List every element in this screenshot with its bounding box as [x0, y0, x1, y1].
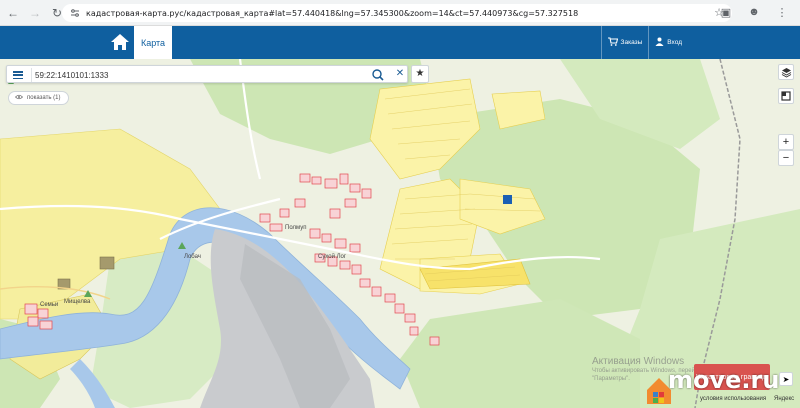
star-icon[interactable]: ★ — [411, 65, 429, 83]
user-icon — [655, 37, 664, 48]
selected-parcel — [503, 195, 512, 204]
address-bar[interactable]: кадастровая-карта.рус/кадастровая_карта#… — [62, 4, 732, 22]
search-divider — [31, 68, 32, 82]
tab-map[interactable]: Карта — [134, 26, 172, 59]
login-label: Вход — [667, 39, 682, 46]
login-button[interactable]: Вход — [649, 26, 688, 59]
map-label-sukhoy-log: Сухой Лог — [318, 254, 347, 260]
close-icon[interactable]: ✕ — [393, 67, 407, 81]
show-button[interactable]: показать (1) — [8, 91, 70, 105]
yandex-label: Яндекс — [774, 396, 795, 402]
zoom-out-label: − — [782, 152, 790, 164]
map-label-semyi: Семьи — [40, 302, 59, 308]
extensions-icon[interactable]: ▣ — [718, 4, 734, 20]
more-menu-icon[interactable]: ⋮ — [774, 4, 790, 20]
home-icon[interactable] — [109, 31, 131, 53]
arrow-right-icon[interactable]: → — [26, 4, 44, 22]
cart-icon — [607, 37, 618, 48]
fullscreen-icon[interactable] — [778, 88, 794, 104]
logo-text: move.ru — [668, 366, 780, 394]
orders-label: Заказы — [620, 39, 643, 46]
compass-icon[interactable]: ➤ — [779, 372, 793, 386]
eye-icon — [14, 94, 24, 102]
map-label-kholmy: Полмуп — [285, 225, 307, 231]
zoom-in-label: + — [782, 136, 790, 148]
show-button-label: показать (1) — [27, 95, 61, 101]
search-icon[interactable] — [371, 68, 385, 82]
layers-icon[interactable] — [778, 64, 794, 80]
url-text: кадастровая-карта.рус/кадастровая_карта#… — [86, 8, 579, 18]
parcel-brown — [99, 256, 115, 270]
terms-link[interactable]: условия использования — [700, 396, 766, 402]
menu-icon[interactable] — [12, 69, 24, 81]
arrow-left-icon[interactable]: ← — [4, 4, 22, 22]
site-settings-icon[interactable] — [70, 8, 80, 18]
orders-button[interactable]: Заказы — [602, 26, 649, 59]
map-label-lobach: Лобач — [184, 254, 201, 260]
profile-icon[interactable]: ☻ — [746, 4, 762, 20]
search-bar: ✕ — [6, 65, 408, 83]
tab-map-label: Карта — [140, 37, 166, 48]
map-label-mitserva: Мищелва — [64, 299, 91, 305]
zoom-out-button[interactable]: − — [778, 150, 794, 166]
site-header: Карта Заказы Вход — [0, 26, 800, 59]
zoom-in-button[interactable]: + — [778, 134, 794, 150]
search-input[interactable] — [35, 68, 365, 82]
browser-toolbar: ← → ↻ кадастровая-карта.рус/кадастровая_… — [0, 0, 800, 26]
